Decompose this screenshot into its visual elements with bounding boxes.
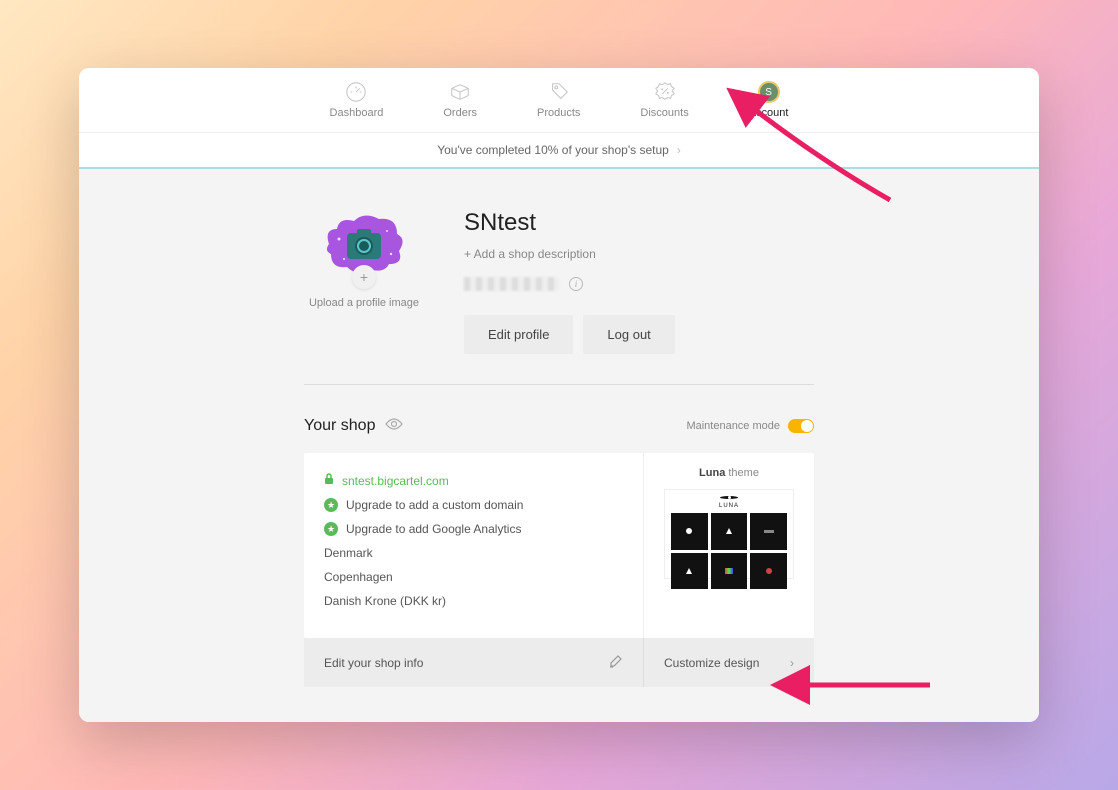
chevron-right-icon: › [677,143,681,157]
nav-label: Orders [443,107,477,119]
profile-image-uploader[interactable]: + Upload a profile image [304,209,424,309]
content-area: + Upload a profile image SNtest + Add a … [79,169,1039,722]
account-avatar-icon: S [758,81,780,103]
add-photo-icon: + [352,265,376,289]
nav-label: Discounts [640,107,688,119]
star-badge-icon: ★ [324,522,338,536]
eye-icon[interactable] [385,417,403,435]
shop-panels: sntest.bigcartel.com ★ Upgrade to add a … [304,453,814,638]
info-icon[interactable]: i [569,277,583,291]
nav-account[interactable]: S Account [749,81,789,119]
shop-url-link[interactable]: sntest.bigcartel.com [324,473,623,488]
nav-discounts[interactable]: Discounts [640,81,688,119]
nav-label: Account [749,107,789,119]
top-nav: Dashboard Orders Products Discounts S Ac… [79,68,1039,133]
theme-panel: Luna theme LUNA [644,453,814,638]
nav-dashboard[interactable]: Dashboard [330,81,384,119]
maintenance-toggle[interactable] [788,419,814,433]
customize-design-button[interactable]: Customize design › [644,638,814,687]
city-row: Copenhagen [324,570,623,584]
logout-button[interactable]: Log out [583,315,674,354]
nav-products[interactable]: Products [537,81,580,119]
chevron-right-icon: › [790,656,794,670]
maintenance-toggle-row: Maintenance mode [686,419,814,433]
app-window: Dashboard Orders Products Discounts S Ac… [79,68,1039,722]
profile-section: + Upload a profile image SNtest + Add a … [304,209,814,354]
star-badge-icon: ★ [324,498,338,512]
setup-progress-banner[interactable]: You've completed 10% of your shop's setu… [79,133,1039,169]
shop-info-panel: sntest.bigcartel.com ★ Upgrade to add a … [304,453,644,638]
upload-label: Upload a profile image [309,297,419,309]
currency-row: Danish Krone (DKK kr) [324,594,623,608]
nav-orders[interactable]: Orders [443,81,477,119]
divider [304,384,814,385]
upgrade-domain-row[interactable]: ★ Upgrade to add a custom domain [324,498,623,512]
progress-text: You've completed 10% of your shop's setu… [437,143,669,157]
shop-heading: Your shop [304,417,375,435]
shop-header: Your shop Maintenance mode [304,417,814,435]
lock-icon [324,473,334,488]
edit-shop-info-button[interactable]: Edit your shop info [304,638,644,687]
nav-label: Dashboard [330,107,384,119]
edit-profile-button[interactable]: Edit profile [464,315,573,354]
add-description-link[interactable]: + Add a shop description [464,247,675,261]
products-icon [548,81,570,103]
upgrade-analytics-row[interactable]: ★ Upgrade to add Google Analytics [324,522,623,536]
theme-label: Luna theme [699,467,759,479]
profile-details: SNtest + Add a shop description i Edit p… [464,209,675,354]
discounts-icon [654,81,676,103]
theme-preview: LUNA [664,489,794,579]
email-redacted [464,277,559,291]
nav-label: Products [537,107,580,119]
maintenance-label: Maintenance mode [686,420,780,432]
orders-icon [449,81,471,103]
email-row: i [464,277,675,291]
pencil-icon [609,654,623,671]
dashboard-icon [345,81,367,103]
shop-avatar-image: + [319,209,409,279]
shop-name-heading: SNtest [464,209,675,237]
shop-panel-footer: Edit your shop info Customize design › [304,638,814,687]
country-row: Denmark [324,546,623,560]
